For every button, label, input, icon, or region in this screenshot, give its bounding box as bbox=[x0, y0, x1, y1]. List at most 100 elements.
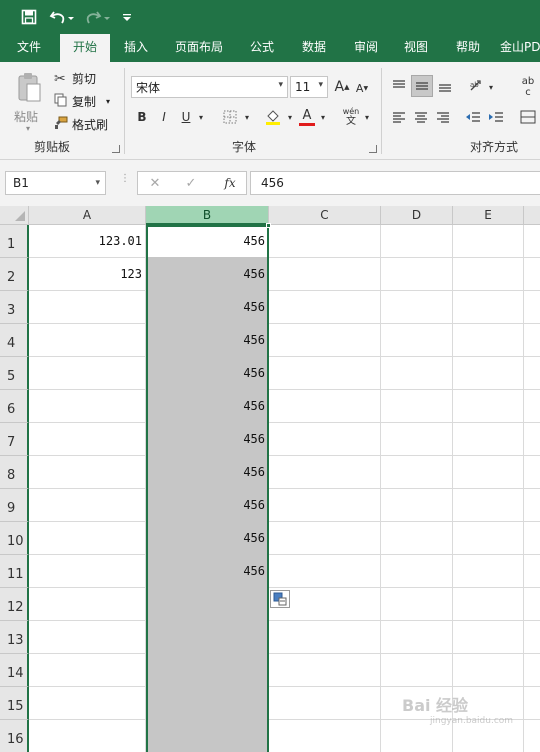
align-bottom-button[interactable] bbox=[435, 76, 455, 96]
cell-b16[interactable] bbox=[146, 720, 269, 752]
tab-formulas[interactable]: 公式 bbox=[242, 34, 282, 62]
fill-handle[interactable] bbox=[266, 223, 271, 228]
insert-function-button[interactable]: fx bbox=[220, 174, 240, 192]
enter-icon[interactable]: ✓ bbox=[182, 174, 200, 192]
tab-home[interactable]: 开始 bbox=[60, 34, 110, 62]
cell-e14[interactable] bbox=[453, 654, 524, 687]
cell-c10[interactable] bbox=[269, 522, 381, 555]
column-header-a[interactable]: A bbox=[29, 206, 146, 225]
row-header-15[interactable]: 15 bbox=[0, 687, 29, 720]
cell-d12[interactable] bbox=[381, 588, 453, 621]
cell-a16[interactable] bbox=[29, 720, 146, 752]
cell-d14[interactable] bbox=[381, 654, 453, 687]
cell-c8[interactable] bbox=[269, 456, 381, 489]
cell-a8[interactable] bbox=[29, 456, 146, 489]
font-launcher-icon[interactable] bbox=[369, 145, 377, 153]
cell-a4[interactable] bbox=[29, 324, 146, 357]
row-header-8[interactable]: 8 bbox=[0, 456, 29, 489]
orientation-dropdown-icon[interactable]: ▾ bbox=[486, 80, 496, 94]
cell-a7[interactable] bbox=[29, 423, 146, 456]
paste-options-button[interactable] bbox=[270, 590, 290, 608]
cell-b3[interactable]: 456 bbox=[146, 291, 269, 324]
borders-dropdown-icon[interactable]: ▾ bbox=[242, 110, 252, 124]
cell-c4[interactable] bbox=[269, 324, 381, 357]
phonetic-guide-button[interactable]: wén 文 bbox=[338, 106, 364, 128]
cell-a11[interactable] bbox=[29, 555, 146, 588]
font-color-button[interactable]: A bbox=[296, 106, 318, 128]
cell-e6[interactable] bbox=[453, 390, 524, 423]
row-header-14[interactable]: 14 bbox=[0, 654, 29, 687]
name-box[interactable]: B1 ▾ bbox=[5, 171, 106, 195]
cell-f1[interactable] bbox=[524, 225, 540, 258]
tab-file[interactable]: 文件 bbox=[4, 34, 54, 62]
cell-d3[interactable] bbox=[381, 291, 453, 324]
merge-center-button[interactable] bbox=[517, 108, 539, 126]
cell-e11[interactable] bbox=[453, 555, 524, 588]
orientation-button[interactable]: ab bbox=[465, 76, 487, 96]
tab-view[interactable]: 视图 bbox=[396, 34, 436, 62]
cell-b10[interactable]: 456 bbox=[146, 522, 269, 555]
align-right-button[interactable] bbox=[433, 108, 453, 126]
select-all-button[interactable] bbox=[0, 206, 29, 225]
underline-dropdown-icon[interactable]: ▾ bbox=[196, 110, 206, 124]
row-header-12[interactable]: 12 bbox=[0, 588, 29, 621]
tab-data[interactable]: 数据 bbox=[294, 34, 334, 62]
font-color-dropdown-icon[interactable]: ▾ bbox=[318, 110, 328, 124]
cell-b8[interactable]: 456 bbox=[146, 456, 269, 489]
cell-a12[interactable] bbox=[29, 588, 146, 621]
cell-c13[interactable] bbox=[269, 621, 381, 654]
align-top-button[interactable] bbox=[389, 76, 409, 96]
cell-e13[interactable] bbox=[453, 621, 524, 654]
cell-f15[interactable] bbox=[524, 687, 540, 720]
copy-dropdown-icon[interactable]: ▾ bbox=[106, 97, 110, 106]
increase-indent-button[interactable] bbox=[486, 108, 506, 126]
cell-f4[interactable] bbox=[524, 324, 540, 357]
row-header-13[interactable]: 13 bbox=[0, 621, 29, 654]
cell-e2[interactable] bbox=[453, 258, 524, 291]
cell-f6[interactable] bbox=[524, 390, 540, 423]
formula-input[interactable]: 456 bbox=[250, 171, 540, 195]
wrap-text-button[interactable]: ab c bbox=[517, 74, 539, 100]
cell-d6[interactable] bbox=[381, 390, 453, 423]
tab-page-layout[interactable]: 页面布局 bbox=[168, 34, 230, 62]
cell-d7[interactable] bbox=[381, 423, 453, 456]
cell-a14[interactable] bbox=[29, 654, 146, 687]
cell-e9[interactable] bbox=[453, 489, 524, 522]
decrease-indent-button[interactable] bbox=[463, 108, 483, 126]
tab-review[interactable]: 审阅 bbox=[346, 34, 386, 62]
align-left-button[interactable] bbox=[389, 108, 409, 126]
clipboard-launcher-icon[interactable] bbox=[112, 145, 120, 153]
cell-a13[interactable] bbox=[29, 621, 146, 654]
cell-d13[interactable] bbox=[381, 621, 453, 654]
cancel-icon[interactable]: ✕ bbox=[146, 174, 164, 192]
fill-color-button[interactable] bbox=[262, 106, 284, 128]
cell-b15[interactable] bbox=[146, 687, 269, 720]
bold-button[interactable]: B bbox=[134, 108, 150, 126]
column-header-b[interactable]: B bbox=[146, 206, 269, 225]
cell-f3[interactable] bbox=[524, 291, 540, 324]
cell-d2[interactable] bbox=[381, 258, 453, 291]
cell-e10[interactable] bbox=[453, 522, 524, 555]
cell-e7[interactable] bbox=[453, 423, 524, 456]
row-header-1[interactable]: 1 bbox=[0, 225, 29, 258]
cell-c11[interactable] bbox=[269, 555, 381, 588]
tab-insert[interactable]: 插入 bbox=[114, 34, 158, 62]
fill-color-dropdown-icon[interactable]: ▾ bbox=[285, 110, 295, 124]
cell-d8[interactable] bbox=[381, 456, 453, 489]
cell-e8[interactable] bbox=[453, 456, 524, 489]
column-header-c[interactable]: C bbox=[269, 206, 381, 225]
cell-b1[interactable]: 456 bbox=[146, 225, 269, 258]
phonetic-dropdown-icon[interactable]: ▾ bbox=[362, 110, 372, 124]
cell-c15[interactable] bbox=[269, 687, 381, 720]
cell-e12[interactable] bbox=[453, 588, 524, 621]
copy-button[interactable]: 复制 ▾ bbox=[54, 93, 110, 110]
cell-c6[interactable] bbox=[269, 390, 381, 423]
cell-e1[interactable] bbox=[453, 225, 524, 258]
format-painter-button[interactable]: 格式刷 bbox=[54, 116, 108, 133]
cell-c16[interactable] bbox=[269, 720, 381, 752]
paste-button[interactable]: 粘贴 ▾ bbox=[10, 68, 48, 133]
cell-a2[interactable]: 123 bbox=[29, 258, 146, 291]
cell-b6[interactable]: 456 bbox=[146, 390, 269, 423]
column-header-overflow[interactable] bbox=[524, 206, 540, 225]
cell-f14[interactable] bbox=[524, 654, 540, 687]
